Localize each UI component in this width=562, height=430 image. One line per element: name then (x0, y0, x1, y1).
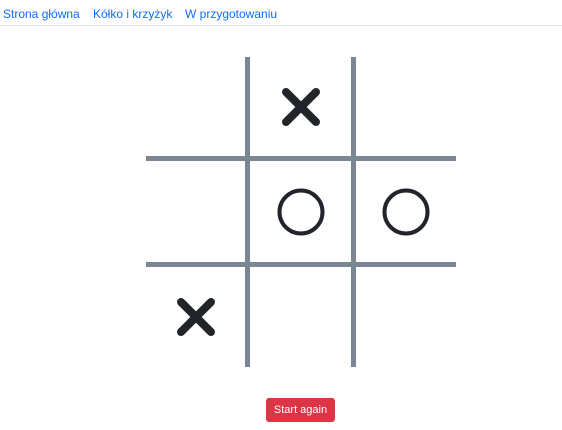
nav-link-home[interactable]: Strona główna (3, 7, 80, 21)
nav-link-tic-tac-toe[interactable]: Kółko i krzyżyk (93, 7, 172, 21)
start-again-button[interactable]: Start again (266, 398, 335, 422)
board-cell-8[interactable] (250, 267, 351, 367)
board-cell-1[interactable] (146, 57, 245, 156)
o-mark-icon (382, 188, 430, 235)
board-cell-9[interactable] (356, 267, 456, 367)
board-cell-2[interactable] (250, 57, 351, 156)
board-cell-3[interactable] (356, 57, 456, 156)
board-cell-4[interactable] (146, 161, 245, 262)
board-cell-5[interactable] (250, 161, 351, 262)
board-cell-6[interactable] (356, 161, 456, 262)
o-mark-icon (277, 188, 324, 235)
x-mark-icon (176, 298, 215, 336)
tic-tac-toe-board (146, 57, 456, 367)
nav-link-in-preparation[interactable]: W przygotowaniu (185, 7, 277, 21)
board-cell-7[interactable] (146, 267, 245, 367)
top-navbar: Strona główna Kółko i krzyżyk W przygoto… (0, 0, 562, 26)
x-mark-icon (281, 87, 320, 126)
